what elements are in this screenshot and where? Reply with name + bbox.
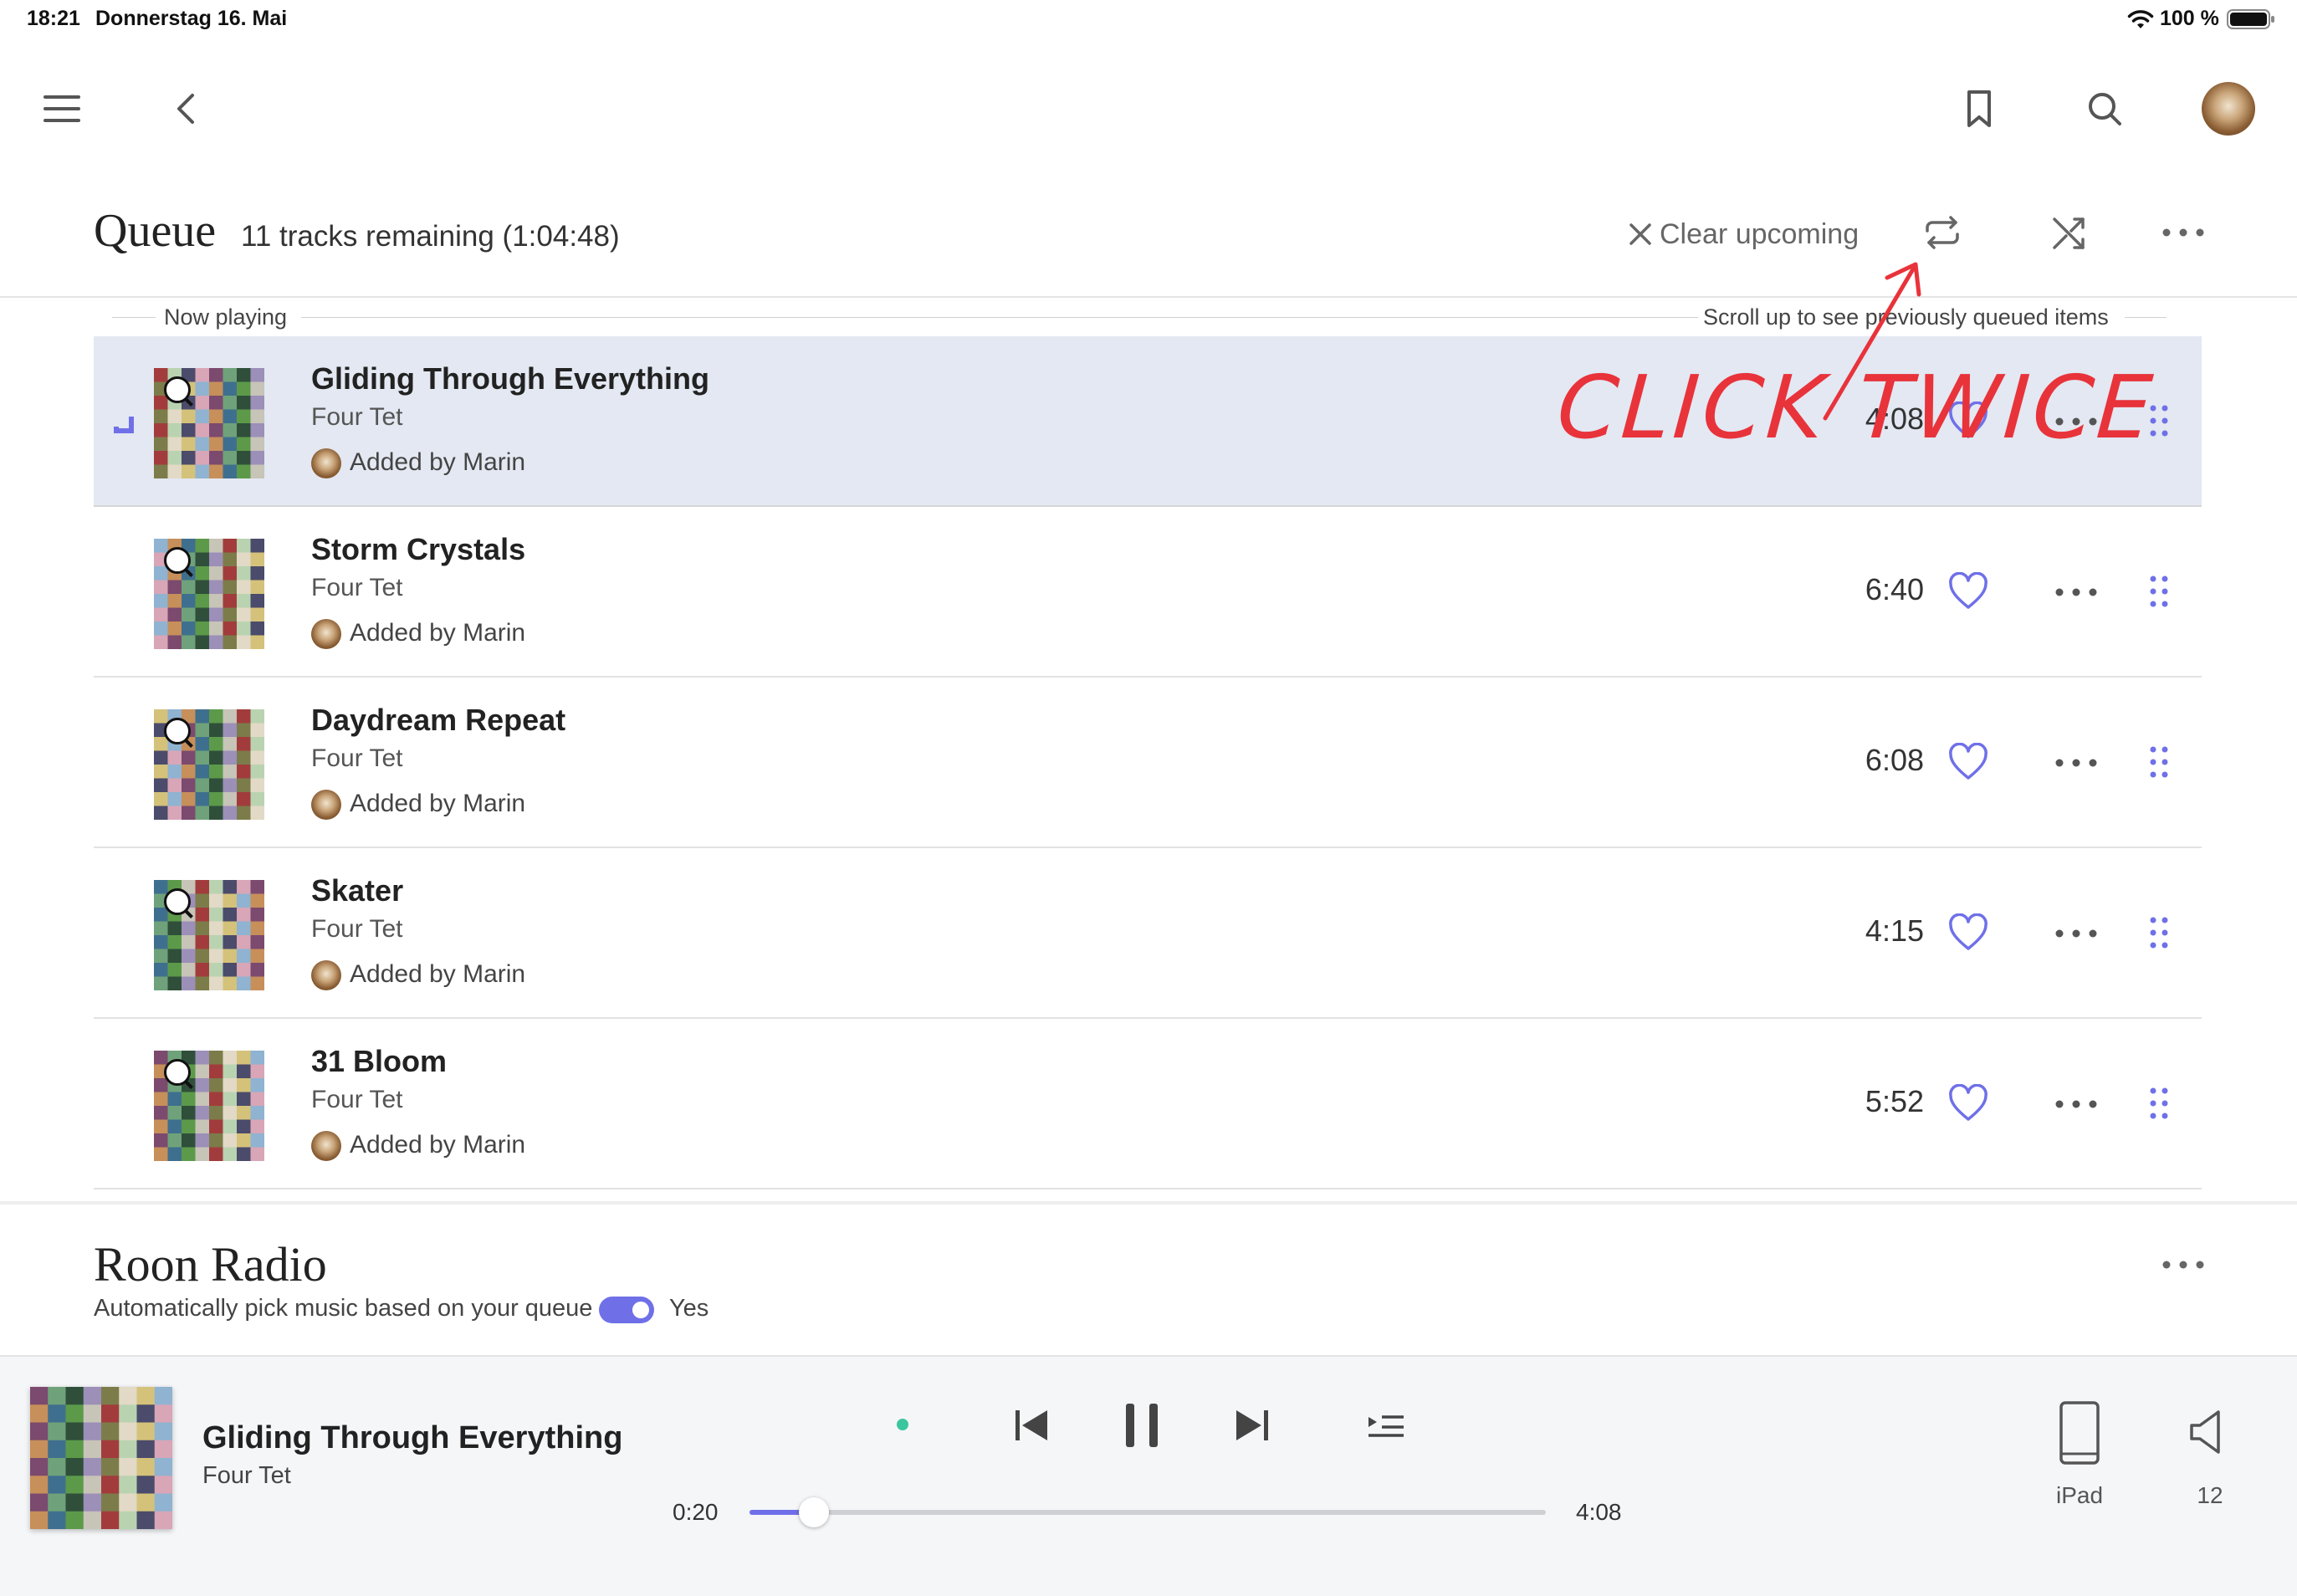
more-options-icon[interactable]: [2051, 1089, 2101, 1119]
added-by-avatar: [311, 619, 341, 649]
track-title[interactable]: 31 Bloom: [311, 1044, 447, 1079]
close-icon: [1629, 223, 1651, 245]
track-title[interactable]: Daydream Repeat: [311, 703, 565, 738]
status-time: 18:21: [27, 7, 80, 30]
radio-description: Automatically pick music based on your q…: [94, 1295, 593, 1322]
chevron-left-icon[interactable]: [162, 84, 212, 134]
page-title: Queue: [94, 205, 217, 257]
heart-icon[interactable]: [1947, 913, 1989, 952]
track-artist[interactable]: Four Tet: [311, 403, 403, 432]
queue-summary: 11 tracks remaining (1:04:48): [241, 220, 620, 253]
more-options-icon[interactable]: [2158, 214, 2208, 251]
album-art[interactable]: [154, 539, 264, 649]
player-album-art[interactable]: [30, 1387, 172, 1529]
added-by-avatar: [311, 960, 341, 990]
player-track-title[interactable]: Gliding Through Everything: [202, 1420, 622, 1456]
total-time: 4:08: [1576, 1499, 1622, 1525]
more-options-icon[interactable]: [2051, 577, 2101, 607]
tablet-device-icon[interactable]: [2058, 1400, 2101, 1466]
track-duration: 6:08: [1865, 743, 1924, 777]
heart-icon[interactable]: [1947, 572, 1989, 611]
added-by-label: Added by Marin: [350, 790, 526, 817]
added-by-avatar: [311, 790, 341, 820]
qobuz-badge-icon: [164, 547, 191, 574]
annotation-text: CLICK TWICE: [1553, 356, 2159, 458]
added-by-avatar: [311, 448, 341, 478]
drag-handle-icon[interactable]: [2148, 915, 2170, 950]
queue-track-row[interactable]: Daydream Repeat Four Tet Added by Marin …: [94, 678, 2202, 848]
status-date: Donnerstag 16. Mai: [95, 7, 288, 30]
album-art[interactable]: [154, 709, 264, 820]
previous-track-icon[interactable]: [1009, 1404, 1054, 1447]
bookmark-icon[interactable]: [1954, 84, 2004, 134]
track-title[interactable]: Gliding Through Everything: [311, 361, 709, 396]
track-duration: 4:15: [1865, 913, 1924, 948]
volume-level[interactable]: 12: [2185, 1482, 2235, 1509]
pause-icon[interactable]: [1118, 1399, 1166, 1452]
player-track-artist[interactable]: Four Tet: [202, 1462, 291, 1490]
section-divider: [0, 1201, 2297, 1205]
more-options-icon[interactable]: [2051, 918, 2101, 949]
battery-icon: [2227, 9, 2274, 29]
queue-track-row[interactable]: 31 Bloom Four Tet Added by Marin 5:52: [94, 1019, 2202, 1189]
track-artist[interactable]: Four Tet: [311, 574, 403, 602]
qobuz-badge-icon: [164, 1059, 191, 1086]
clear-upcoming-label: Clear upcoming: [1660, 217, 1860, 250]
queue-track-row[interactable]: Storm Crystals Four Tet Added by Marin 6…: [94, 507, 2202, 678]
divider: [301, 317, 1698, 318]
queue-list-icon[interactable]: [1365, 1409, 1407, 1442]
device-label[interactable]: iPad: [2038, 1482, 2121, 1509]
qobuz-badge-icon: [164, 376, 191, 403]
radio-title: Roon Radio: [94, 1237, 327, 1292]
added-by-avatar: [311, 1131, 341, 1161]
divider: [2125, 317, 2167, 318]
now-playing-label: Now playing: [164, 304, 288, 330]
clear-upcoming-button[interactable]: Clear upcoming: [1626, 214, 1859, 254]
queue-track-row[interactable]: Skater Four Tet Added by Marin 4:15: [94, 848, 2202, 1019]
battery-percent: 100 %: [2160, 7, 2219, 30]
repeat-icon[interactable]: [1919, 209, 1966, 256]
track-duration: 6:40: [1865, 572, 1924, 606]
added-by-label: Added by Marin: [350, 960, 526, 988]
added-by-label: Added by Marin: [350, 619, 526, 647]
radio-toggle-label: Yes: [669, 1295, 709, 1322]
heart-icon[interactable]: [1947, 1084, 1989, 1123]
radio-toggle[interactable]: [599, 1297, 654, 1323]
elapsed-time: 0:20: [673, 1499, 719, 1525]
album-art[interactable]: [154, 880, 264, 990]
track-artist[interactable]: Four Tet: [311, 744, 403, 773]
track-duration: 5:52: [1865, 1084, 1924, 1118]
album-art[interactable]: [154, 1051, 264, 1161]
heart-icon[interactable]: [1947, 743, 1989, 781]
more-options-icon[interactable]: [2051, 748, 2101, 778]
volume-speaker-icon[interactable]: [2187, 1409, 2230, 1455]
track-artist[interactable]: Four Tet: [311, 1086, 403, 1114]
qobuz-badge-icon: [164, 718, 191, 744]
track-title[interactable]: Skater: [311, 873, 403, 908]
track-title[interactable]: Storm Crystals: [311, 532, 525, 567]
toggle-knob: [632, 1302, 649, 1318]
search-icon[interactable]: [2080, 84, 2130, 134]
drag-handle-icon[interactable]: [2148, 744, 2170, 780]
user-avatar[interactable]: [2202, 82, 2255, 136]
player-bar: Gliding Through Everything Four Tet 0:20…: [0, 1355, 2297, 1596]
wifi-icon: [2127, 10, 2154, 28]
drag-handle-icon[interactable]: [2148, 574, 2170, 609]
progress-knob[interactable]: [798, 1497, 829, 1527]
now-playing-indicator-icon: [114, 417, 134, 433]
track-artist[interactable]: Four Tet: [311, 915, 403, 944]
header-divider: [0, 296, 2297, 298]
progress-slider[interactable]: [749, 1497, 1546, 1527]
signal-path-indicator[interactable]: [897, 1419, 908, 1430]
added-by-label: Added by Marin: [350, 448, 526, 476]
hamburger-menu-icon[interactable]: [37, 84, 87, 134]
album-art[interactable]: [154, 368, 264, 478]
drag-handle-icon[interactable]: [2148, 1086, 2170, 1121]
added-by-label: Added by Marin: [350, 1131, 526, 1159]
qobuz-badge-icon: [164, 888, 191, 915]
divider: [112, 317, 156, 318]
next-track-icon[interactable]: [1230, 1404, 1275, 1447]
shuffle-icon[interactable]: [2046, 209, 2093, 256]
more-options-icon[interactable]: [2158, 1246, 2208, 1283]
